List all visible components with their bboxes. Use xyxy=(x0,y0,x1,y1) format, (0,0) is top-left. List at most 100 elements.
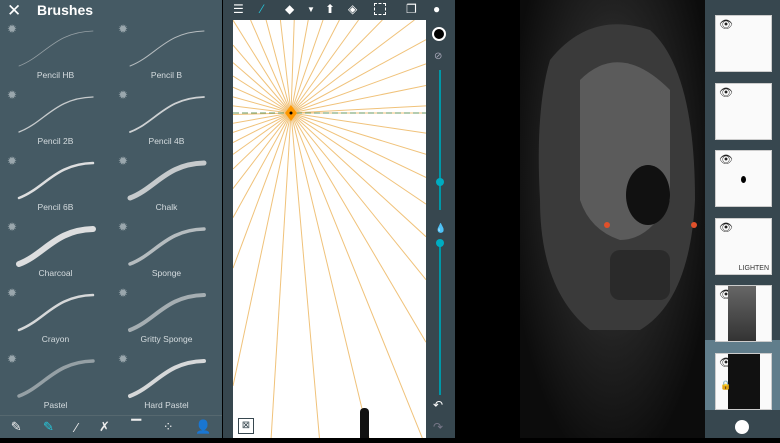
brush-label: Hard Pastel xyxy=(144,400,189,410)
brush-label: Charcoal xyxy=(38,268,73,278)
brush-stroke-preview xyxy=(18,96,94,133)
brush-label: Pencil 2B xyxy=(37,136,74,146)
perspective-ray xyxy=(290,105,426,114)
brush-item[interactable]: ✹ Charcoal xyxy=(0,218,111,286)
perspective-ray xyxy=(290,112,426,238)
perspective-ray xyxy=(290,20,383,114)
perspective-ray xyxy=(290,39,426,114)
no-symbol-icon[interactable]: ⊘ xyxy=(434,51,442,62)
perspective-ray xyxy=(290,20,324,114)
add-layer-button[interactable] xyxy=(735,420,749,434)
opacity-icon: 💧 xyxy=(435,223,447,233)
lock-icon[interactable]: 🔒 xyxy=(720,380,731,391)
opacity-slider-knob[interactable] xyxy=(436,239,444,247)
layer-content xyxy=(741,176,746,183)
brush-item[interactable]: ✹ Pencil 2B xyxy=(0,86,111,154)
perspective-ray xyxy=(250,20,292,114)
panel-title: Brushes xyxy=(37,2,94,18)
brush-label: Chalk xyxy=(155,202,178,212)
brush-label: Pencil B xyxy=(150,70,183,80)
perspective-guide[interactable] xyxy=(233,20,426,438)
blend-icon[interactable]: ⁘ xyxy=(163,419,174,435)
brush-item[interactable]: ✹ Pastel xyxy=(0,350,111,418)
brush-item[interactable]: ✹ Crayon xyxy=(0,284,111,352)
vanishing-point-center xyxy=(289,111,293,115)
side-tools: ⊘ 💧 ↶ ↷ xyxy=(426,20,455,438)
perspective-ray xyxy=(233,112,292,155)
brush-stroke-preview xyxy=(17,293,95,332)
eye-icon[interactable]: 👁 xyxy=(719,86,733,99)
perspective-ray xyxy=(290,112,426,343)
layer-thumbnail[interactable]: 👁 xyxy=(715,82,772,140)
redo-icon[interactable]: ↷ xyxy=(433,420,443,434)
brush-item[interactable]: ✹ Hard Pastel xyxy=(111,350,222,418)
brush-item[interactable]: ✹ Pencil 4B xyxy=(111,86,222,154)
perspective-ray xyxy=(290,85,426,114)
brush-item[interactable]: ✹ Sponge xyxy=(111,218,222,286)
artwork-canvas[interactable] xyxy=(520,0,705,438)
brush-item[interactable]: ✹ Pencil HB xyxy=(0,20,111,88)
brush-item[interactable]: ✹ Pencil 6B xyxy=(0,152,111,220)
perspective-ray xyxy=(290,20,415,114)
eye-icon[interactable]: 👁 xyxy=(719,153,733,166)
close-icon[interactable]: ✕ xyxy=(7,1,21,21)
helmet-artwork xyxy=(538,24,697,331)
perspective-ray xyxy=(290,112,423,438)
brushes-panel: ✕ Brushes ✹ Pencil HB ✹ Pencil B ✹ Pencil 2B ✹… xyxy=(0,0,222,438)
sketch-mark xyxy=(360,408,369,438)
eye-icon[interactable]: 👁 xyxy=(719,18,733,31)
brush-stroke-preview xyxy=(127,160,207,201)
brush-stroke-preview xyxy=(128,227,206,266)
drawing-app: ☰ ⁄ ◆ ▼ ⬆ ◈ ❐ ● ⊠ ⊘ 💧 ↶ ↷ xyxy=(223,0,455,438)
layers-icon[interactable]: ❐ xyxy=(406,2,417,16)
layer-thumbnail[interactable]: 👁 🔒 xyxy=(715,352,772,410)
brush-active-icon[interactable]: ✎ xyxy=(43,419,54,435)
toolbar: ☰ ⁄ ◆ ▼ ⬆ ◈ ❐ ● xyxy=(223,0,455,20)
perspective-ray xyxy=(290,63,426,114)
person-icon[interactable]: 👤 xyxy=(195,419,211,435)
layers-panel: 👁 👁 👁 👁 LIGHTEN 👁 👁 🔒 xyxy=(705,0,780,438)
brush-item[interactable]: ✹ Pencil B xyxy=(111,20,222,88)
perspective-toggle-icon[interactable]: ⊠ xyxy=(238,418,254,434)
brush-label: Sponge xyxy=(151,268,182,278)
brush-stroke-preview xyxy=(17,359,95,398)
eraser-icon[interactable]: ◆ xyxy=(285,2,294,16)
brush-label: Pastel xyxy=(43,400,68,410)
perspective-ray xyxy=(290,112,320,438)
perspective-ray xyxy=(233,112,292,218)
size-slider-knob[interactable] xyxy=(436,178,444,186)
selection-icon[interactable] xyxy=(374,3,386,15)
opacity-slider[interactable] xyxy=(439,240,441,395)
dropdown-icon[interactable]: ▼ xyxy=(307,5,315,14)
brush-item[interactable]: ✹ Gritty Sponge xyxy=(111,284,222,352)
perspective-ray xyxy=(290,20,340,114)
pencil-icon[interactable]: ✎ xyxy=(11,419,22,435)
size-slider[interactable] xyxy=(439,70,441,210)
perspective-ray xyxy=(233,112,292,269)
brush-size-dot-icon[interactable]: ● xyxy=(433,2,440,16)
layer-thumbnail[interactable]: 👁 xyxy=(715,285,772,342)
layer-thumbnail[interactable]: 👁 xyxy=(715,150,772,207)
perspective-ray xyxy=(290,20,359,114)
eye-icon[interactable]: 👁 xyxy=(719,221,733,234)
perspective-ray xyxy=(290,112,426,205)
paintbrush-icon[interactable]: ⁄ xyxy=(75,420,77,435)
brush-stroke-preview xyxy=(128,293,206,332)
brush-label: Crayon xyxy=(41,334,70,344)
canvas[interactable]: ⊠ xyxy=(233,20,426,438)
brush-stroke-preview xyxy=(17,161,95,200)
layer-thumbnail[interactable]: 👁 xyxy=(715,15,772,72)
brush-item[interactable]: ✹ Chalk xyxy=(111,152,222,220)
roller-icon[interactable]: ▔ xyxy=(131,419,141,435)
brush-stroke-preview xyxy=(129,96,205,133)
fill-icon[interactable]: ◈ xyxy=(348,2,357,16)
smudge-icon[interactable]: ⬆ xyxy=(325,2,335,16)
menu-icon[interactable]: ☰ xyxy=(233,2,244,16)
brush-stroke-preview xyxy=(128,359,206,398)
brush-icon[interactable]: ⁄ xyxy=(261,2,263,16)
spray-icon[interactable]: ✗ xyxy=(99,419,110,435)
layer-thumbnail[interactable]: 👁 LIGHTEN xyxy=(715,217,772,275)
layer-content xyxy=(728,353,760,409)
color-picker-icon[interactable] xyxy=(432,27,446,41)
undo-icon[interactable]: ↶ xyxy=(433,398,443,412)
